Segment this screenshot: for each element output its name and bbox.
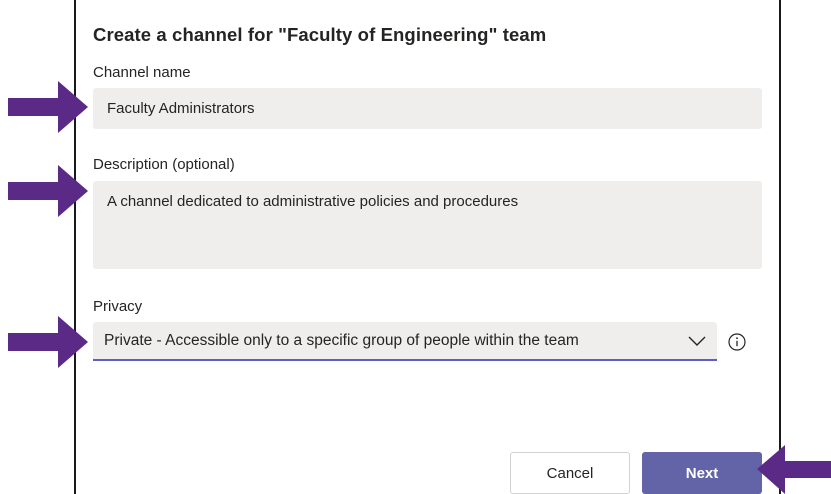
privacy-label: Privacy	[93, 298, 143, 315]
arrow-right-icon	[8, 165, 88, 217]
arrow-left-icon	[757, 445, 831, 494]
arrow-right-icon	[8, 81, 88, 133]
channel-name-label: Channel name	[93, 64, 191, 81]
arrow-right-icon	[8, 316, 88, 368]
channel-name-input[interactable]	[93, 88, 762, 129]
cancel-button[interactable]: Cancel	[510, 452, 630, 494]
info-icon[interactable]	[727, 332, 747, 352]
description-input[interactable]: A channel dedicated to administrative po…	[93, 181, 762, 269]
chevron-down-icon	[688, 336, 706, 346]
next-button[interactable]: Next	[642, 452, 762, 494]
privacy-select[interactable]: Private - Accessible only to a specific …	[93, 322, 717, 361]
description-label: Description (optional)	[93, 156, 235, 173]
dialog-title: Create a channel for "Faculty of Enginee…	[93, 24, 547, 45]
privacy-selected-value: Private - Accessible only to a specific …	[104, 332, 579, 349]
